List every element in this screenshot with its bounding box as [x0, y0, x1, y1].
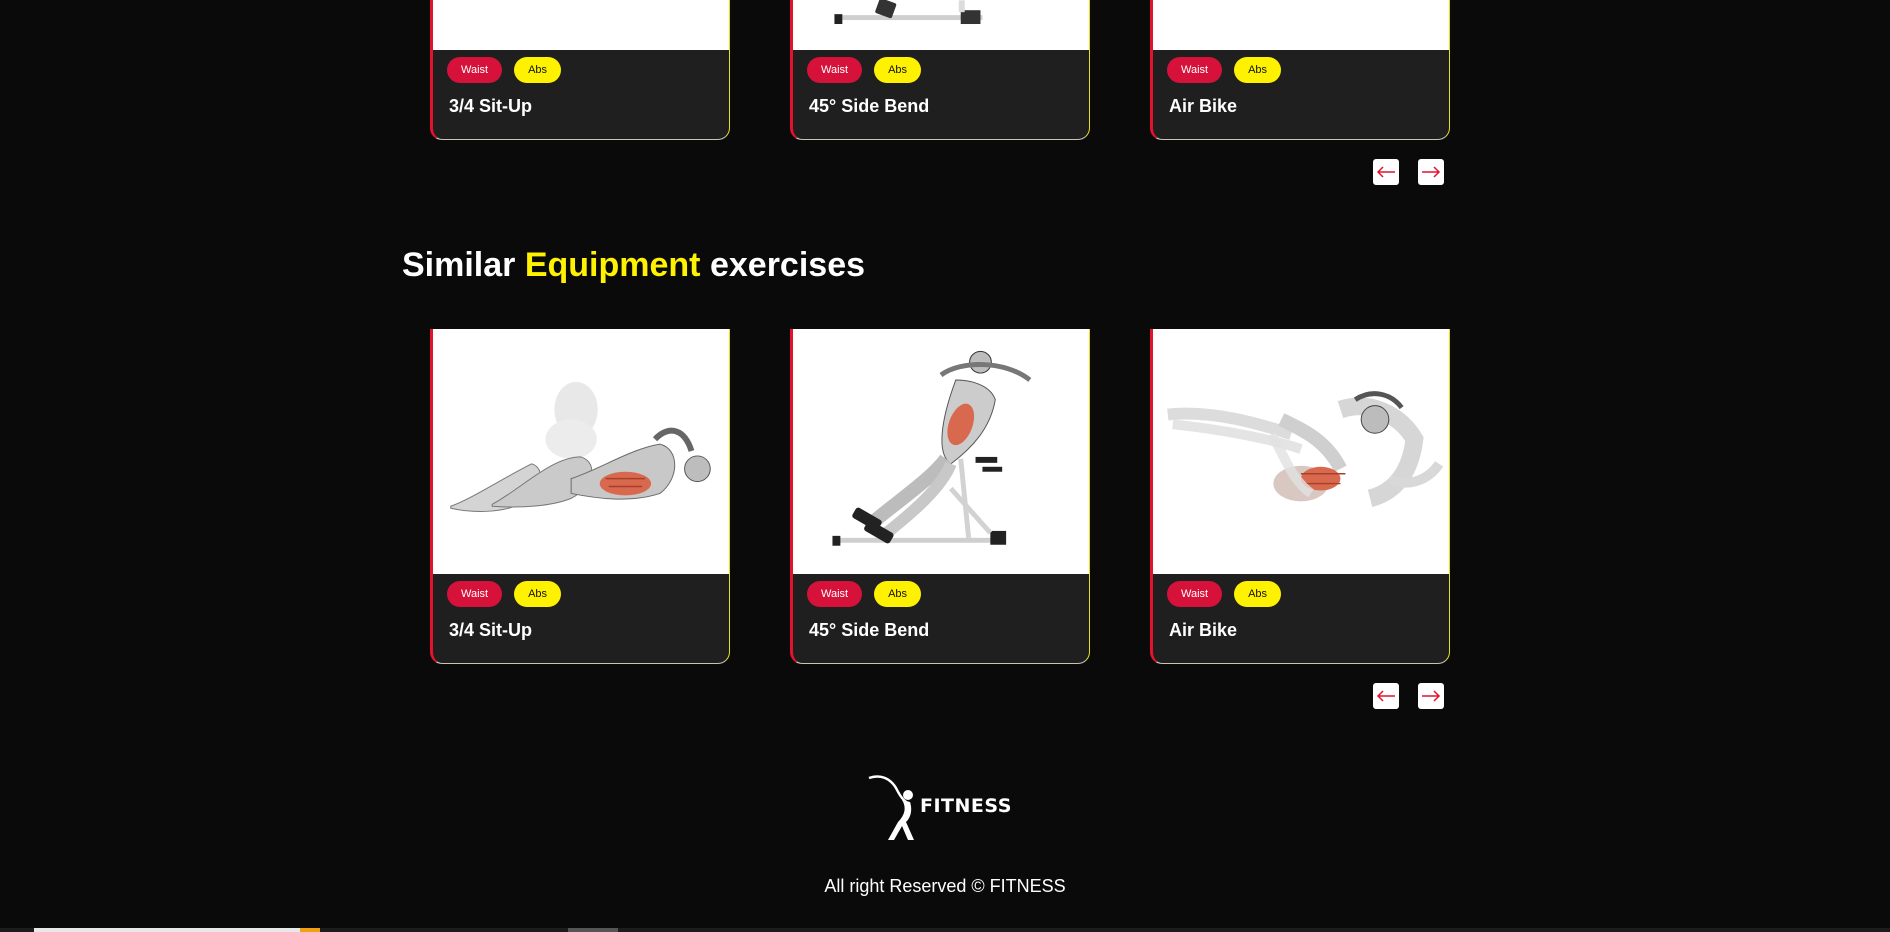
exercise-image: [793, 0, 1089, 50]
body-part-tag[interactable]: Waist: [447, 57, 503, 83]
exercise-card[interactable]: Waist Abs 45° Side Bend: [790, 0, 1090, 140]
copyright-text: All right Reserved © FITNESS: [824, 876, 1066, 896]
body-part-tag[interactable]: Waist: [1167, 57, 1223, 83]
body-part-tag[interactable]: Waist: [447, 581, 503, 607]
taskbar-strip: [0, 928, 1890, 932]
section-title: Similar Equipment exercises: [402, 246, 865, 285]
target-tag[interactable]: Abs: [514, 57, 562, 83]
target-tag[interactable]: Abs: [1234, 57, 1282, 83]
bench-illustration: [834, 0, 983, 25]
arrow-left-icon: [1376, 166, 1395, 178]
exercise-name: 45° Side Bend: [809, 96, 930, 116]
title-highlight: Equipment: [524, 246, 701, 284]
exercise-name: 3/4 Sit-Up: [449, 620, 533, 640]
exercise-image: [1153, 329, 1449, 574]
tag-list: Waist Abs: [793, 574, 1089, 607]
carousel-pager: [1373, 683, 1444, 709]
prev-button[interactable]: [1373, 159, 1399, 185]
target-tag[interactable]: Abs: [1234, 581, 1282, 607]
arrow-right-icon: [1422, 690, 1441, 702]
exercise-card[interactable]: Waist Abs Air Bike: [1150, 0, 1450, 140]
exercise-name: Air Bike: [1169, 620, 1238, 640]
exercise-image: [1153, 0, 1449, 50]
title-suffix: exercises: [709, 246, 866, 284]
prev-button[interactable]: [1373, 683, 1399, 709]
next-button[interactable]: [1418, 683, 1444, 709]
arrow-right-icon: [1422, 166, 1441, 178]
carousel-pager: [1373, 159, 1444, 185]
target-tag[interactable]: Abs: [874, 57, 922, 83]
exercise-card[interactable]: Waist Abs 3/4 Sit-Up: [430, 0, 730, 140]
title-prefix: Similar: [402, 246, 516, 284]
exercise-card[interactable]: Waist Abs 3/4 Sit-Up: [430, 329, 730, 664]
next-button[interactable]: [1418, 159, 1444, 185]
target-muscle-carousel: Waist Abs 3/4 Sit-Up Waist Abs 45° Side …: [430, 0, 1450, 200]
tag-list: Waist Abs: [433, 574, 729, 607]
exercise-card[interactable]: Waist Abs Air Bike: [1150, 329, 1450, 664]
side-bend-illustration: [832, 350, 1032, 546]
exercise-image: [433, 329, 729, 574]
tag-list: Waist Abs: [793, 50, 1089, 83]
body-part-tag[interactable]: Waist: [807, 581, 863, 607]
footer-brand[interactable]: FITNESS: [920, 795, 1012, 817]
tag-list: Waist Abs: [1153, 50, 1449, 83]
situp-illustration: [450, 381, 711, 512]
exercise-image: [793, 329, 1089, 574]
tag-list: Waist Abs: [433, 50, 729, 83]
exercise-name: 3/4 Sit-Up: [449, 96, 533, 116]
similar-equipment-carousel: Waist Abs 3/4 Sit-Up Waist Abs 45° Side …: [430, 329, 1450, 664]
body-part-tag[interactable]: Waist: [807, 57, 863, 83]
exercise-card[interactable]: Waist Abs 45° Side Bend: [790, 329, 1090, 664]
air-bike-illustration: [1167, 391, 1444, 507]
target-tag[interactable]: Abs: [514, 581, 562, 607]
exercise-name: 45° Side Bend: [809, 620, 930, 640]
body-part-tag[interactable]: Waist: [1167, 581, 1223, 607]
arrow-left-icon: [1376, 690, 1395, 702]
exercise-image: [433, 0, 729, 50]
tag-list: Waist Abs: [1153, 574, 1449, 607]
exercise-name: Air Bike: [1169, 96, 1238, 116]
target-tag[interactable]: Abs: [874, 581, 922, 607]
page: Waist Abs 3/4 Sit-Up Waist Abs 45° Side …: [0, 0, 1890, 932]
